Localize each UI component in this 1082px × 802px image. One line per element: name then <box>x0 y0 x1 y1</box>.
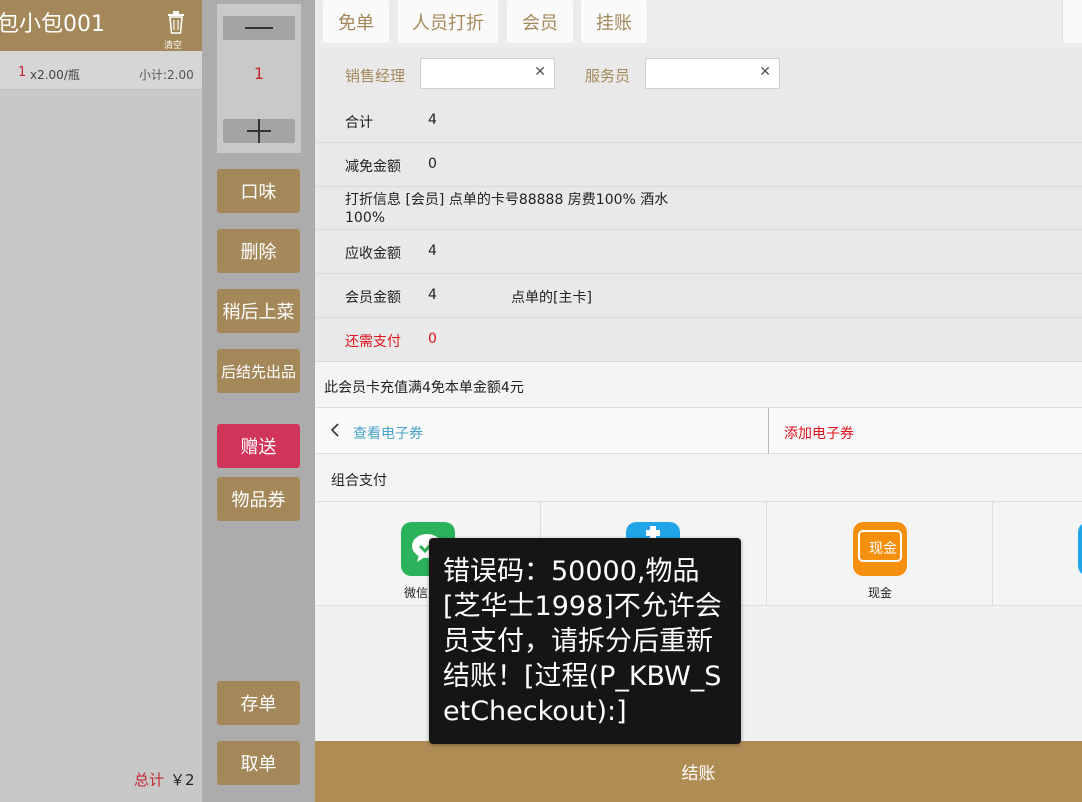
amount-due-row: 还需支付 0 <box>315 318 1082 362</box>
error-message: 错误码：50000,物品[芝华士1998]不允许会员支付，请拆分后重新结账！[过… <box>443 556 722 727</box>
decrease-button[interactable] <box>223 16 295 40</box>
total-value: 4 <box>428 112 437 128</box>
room-title: 包小包001 <box>0 12 105 37</box>
retrieve-order-button[interactable]: 取单 <box>217 741 300 785</box>
serve-later-button[interactable]: 稍后上菜 <box>217 289 300 333</box>
receivable-row: 应收金额 4 <box>315 230 1082 274</box>
member-amount-label: 会员金额 <box>345 290 401 306</box>
coupon-row: 查看电子券 添加电子券 <box>315 408 1082 454</box>
clear-icon[interactable]: ✕ <box>759 64 771 80</box>
waived-value: 0 <box>428 156 437 172</box>
order-header: 包小包001 清空 <box>0 0 202 51</box>
combined-payment-row: 组合支付 <box>315 454 1082 502</box>
item-subtotal: 小计:2.00 <box>139 68 194 82</box>
member-notice: 此会员卡充值满4免本单金额4元 <box>315 362 1082 408</box>
member-card-label: 点单的[主卡] <box>511 290 592 306</box>
sales-manager-field[interactable]: ✕ <box>420 58 555 89</box>
combined-payment-label: 组合支付 <box>331 473 387 489</box>
discount-info: 打折信息 [会员] 点单的卡号88888 房费100% 酒水100% <box>345 192 669 226</box>
plus-icon <box>247 119 271 143</box>
order-item-row[interactable]: 1 x2.00/瓶 小计:2.00 <box>0 51 202 90</box>
waived-row: 减免金额 0 <box>315 143 1082 187</box>
tab-staff-discount[interactable]: 人员打折 <box>398 0 498 43</box>
payment-method-label: 现金 <box>868 586 893 600</box>
member-amount-row: 会员金额 4 点单的[主卡] <box>315 274 1082 318</box>
voucher-button[interactable]: 物品券 <box>217 477 300 521</box>
cash-icon-text: 现金 <box>869 541 897 557</box>
sales-manager-label: 销售经理 <box>345 67 406 85</box>
amount-due-value: 0 <box>428 331 437 347</box>
member-notice-text: 此会员卡充值满4免本单金额4元 <box>324 380 524 396</box>
payment-tabs: 免单 人员打折 会员 挂账 <box>315 0 1082 49</box>
tab-member[interactable]: 会员 <box>507 0 573 43</box>
clear-label[interactable]: 清空 <box>164 38 182 51</box>
order-panel: 包小包001 清空 1 x2.00/瓶 小计:2.00 总计 ￥2 <box>0 0 202 802</box>
total-label: 合计 <box>345 115 373 131</box>
minus-icon <box>245 27 273 29</box>
flavor-button[interactable]: 口味 <box>217 169 300 213</box>
item-quantity: 1 <box>18 65 27 80</box>
settle-first-button[interactable]: 后结先出品 <box>217 349 300 393</box>
order-total-value: ￥2 <box>170 771 195 789</box>
amount-due-label: 还需支付 <box>345 334 401 350</box>
clear-icon[interactable]: ✕ <box>534 64 546 80</box>
payment-method-more[interactable] <box>993 502 1082 605</box>
chevron-left-icon[interactable] <box>329 422 341 438</box>
receivable-label: 应收金额 <box>345 246 401 262</box>
order-total-label: 总计 <box>134 771 165 789</box>
receivable-value: 4 <box>428 243 437 259</box>
waiter-field[interactable]: ✕ <box>645 58 780 89</box>
add-coupon-link[interactable]: 添加电子券 <box>784 423 854 443</box>
member-amount-value: 4 <box>428 287 437 303</box>
tab-overflow[interactable] <box>1062 0 1082 43</box>
gift-button[interactable]: 赠送 <box>217 424 300 468</box>
waived-label: 减免金额 <box>345 159 401 175</box>
error-toast: 错误码：50000,物品[芝华士1998]不允许会员支付，请拆分后重新结账！[过… <box>429 538 741 744</box>
staff-row: 销售经理 ✕ 服务员 ✕ <box>315 49 1082 99</box>
delete-button[interactable]: 删除 <box>217 229 300 273</box>
waiter-label: 服务员 <box>585 67 631 85</box>
checkout-button[interactable]: 结账 <box>315 741 1082 802</box>
tab-credit[interactable]: 挂账 <box>581 0 647 43</box>
action-column: 1 口味 删除 稍后上菜 后结先出品 赠送 物品券 存单 取单 <box>202 0 315 802</box>
increase-button[interactable] <box>223 119 295 143</box>
payment-method-cash[interactable]: 现金 现金 <box>767 502 993 605</box>
total-row: 合计 4 <box>315 99 1082 143</box>
tab-free[interactable]: 免单 <box>323 0 389 43</box>
quantity-value: 1 <box>253 64 265 83</box>
card-icon <box>1078 524 1082 574</box>
view-coupons-link[interactable]: 查看电子券 <box>353 423 423 443</box>
divider <box>768 408 769 454</box>
quantity-stepper: 1 <box>217 4 301 153</box>
item-price: x2.00/瓶 <box>30 68 80 82</box>
discount-info-row: 打折信息 [会员] 点单的卡号88888 房费100% 酒水100% <box>315 187 1082 230</box>
trash-icon[interactable] <box>166 10 186 34</box>
save-order-button[interactable]: 存单 <box>217 681 300 725</box>
